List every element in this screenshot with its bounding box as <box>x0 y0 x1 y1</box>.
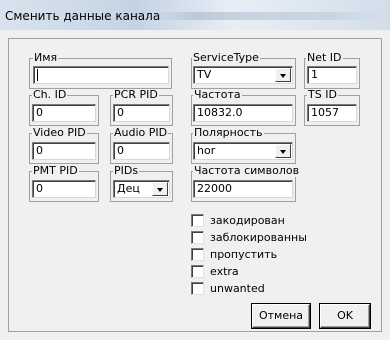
locked-label: заблокированны <box>210 231 307 244</box>
pmt-pid-label: PMT PID <box>32 164 79 177</box>
encrypted-checkbox[interactable] <box>191 214 204 227</box>
frequency-input[interactable]: 10832.0 <box>193 104 293 122</box>
polarity-label: Полярность <box>193 126 264 139</box>
chevron-down-icon[interactable] <box>275 68 291 82</box>
audio-pid-input[interactable]: 0 <box>113 142 170 160</box>
pids-select[interactable]: Дец <box>113 180 170 198</box>
symbol-rate-label: Частота символов <box>193 164 301 177</box>
locked-checkbox[interactable] <box>191 231 204 244</box>
title-bar-background <box>150 12 380 20</box>
service-type-label: ServiceType <box>192 51 260 64</box>
text-cursor <box>37 69 38 81</box>
title-bar: Сменить данные канала <box>0 0 390 30</box>
pcr-pid-label: PCR PID <box>113 88 159 101</box>
extra-label: extra <box>210 265 239 278</box>
encrypted-label: закодирован <box>210 214 285 227</box>
ts-id-label: TS ID <box>307 88 338 101</box>
ok-button[interactable]: OK <box>320 304 370 328</box>
skip-label: пропустить <box>210 248 278 261</box>
polarity-select[interactable]: hor <box>193 142 293 160</box>
chevron-down-icon[interactable] <box>275 144 291 158</box>
service-type-select[interactable]: TV <box>193 66 293 84</box>
cancel-button[interactable]: Отмена <box>252 304 310 328</box>
window-title: Сменить данные канала <box>5 9 161 23</box>
frequency-label: Частота <box>193 88 242 101</box>
video-pid-label: Video PID <box>32 126 87 139</box>
audio-pid-label: Audio PID <box>113 126 169 139</box>
pcr-pid-input[interactable]: 0 <box>113 104 170 122</box>
chevron-down-icon[interactable] <box>152 182 168 196</box>
net-id-input[interactable]: 1 <box>307 66 357 84</box>
pmt-pid-input[interactable]: 0 <box>32 180 96 198</box>
pids-label: PIDs <box>113 164 140 177</box>
ts-id-input[interactable]: 1057 <box>307 104 357 122</box>
unwanted-checkbox[interactable] <box>191 282 204 295</box>
extra-checkbox[interactable] <box>191 265 204 278</box>
name-input[interactable] <box>33 66 169 84</box>
unwanted-label: unwanted <box>210 282 265 295</box>
ch-id-input[interactable]: 0 <box>32 104 96 122</box>
video-pid-input[interactable]: 0 <box>32 142 96 160</box>
ch-id-label: Ch. ID <box>32 88 68 101</box>
symbol-rate-input[interactable]: 22000 <box>193 180 293 198</box>
name-label: Имя <box>33 51 59 64</box>
skip-checkbox[interactable] <box>191 248 204 261</box>
net-id-label: Net ID <box>306 51 343 64</box>
